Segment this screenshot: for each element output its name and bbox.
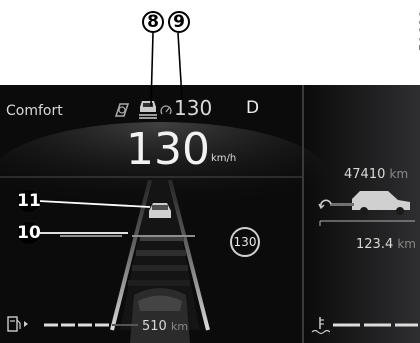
callout-10: 10 [17,222,41,244]
leader-line-8 [150,32,154,107]
callout-11: 11 [17,190,41,212]
leader-line-9 [177,32,183,100]
callout-leader-lines [38,32,183,234]
leader-line-11 [38,200,151,208]
